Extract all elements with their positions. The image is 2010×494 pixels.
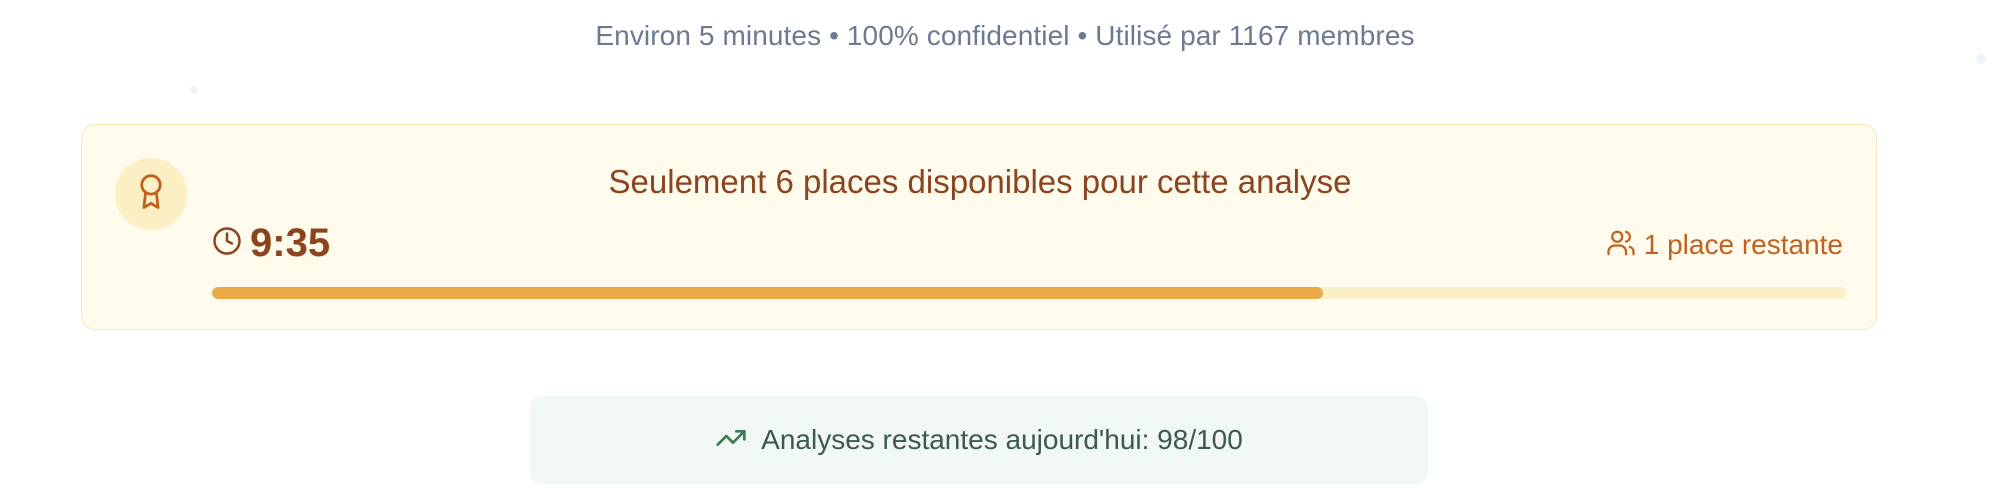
spots-remaining-label: 1 place restante bbox=[1643, 229, 1843, 260]
clock-icon bbox=[212, 226, 242, 261]
limited-offer-card: Seulement 6 places disponibles pour cett… bbox=[81, 124, 1877, 330]
offer-headline: Seulement 6 places disponibles pour cett… bbox=[608, 163, 1352, 200]
page-subtitle: Environ 5 minutes • 100% confidentiel • … bbox=[595, 20, 1415, 51]
decorative-dot bbox=[1976, 54, 1986, 64]
countdown-value: 9:35 bbox=[250, 220, 331, 265]
spots-remaining: 1 place restante bbox=[1606, 225, 1843, 265]
countdown-timer: 9:35 bbox=[212, 219, 330, 267]
page: Environ 5 minutes • 100% confidentiel • … bbox=[0, 0, 2010, 494]
trending-up-icon bbox=[715, 422, 747, 459]
users-icon bbox=[1606, 228, 1636, 263]
decorative-dot bbox=[190, 86, 198, 94]
availability-progress-bar bbox=[212, 287, 1846, 299]
daily-quota-label: Analyses restantes aujourd'hui: 98/100 bbox=[761, 424, 1243, 455]
daily-quota-banner: Analyses restantes aujourd'hui: 98/100 bbox=[530, 396, 1428, 484]
availability-progress-fill bbox=[212, 287, 1324, 299]
